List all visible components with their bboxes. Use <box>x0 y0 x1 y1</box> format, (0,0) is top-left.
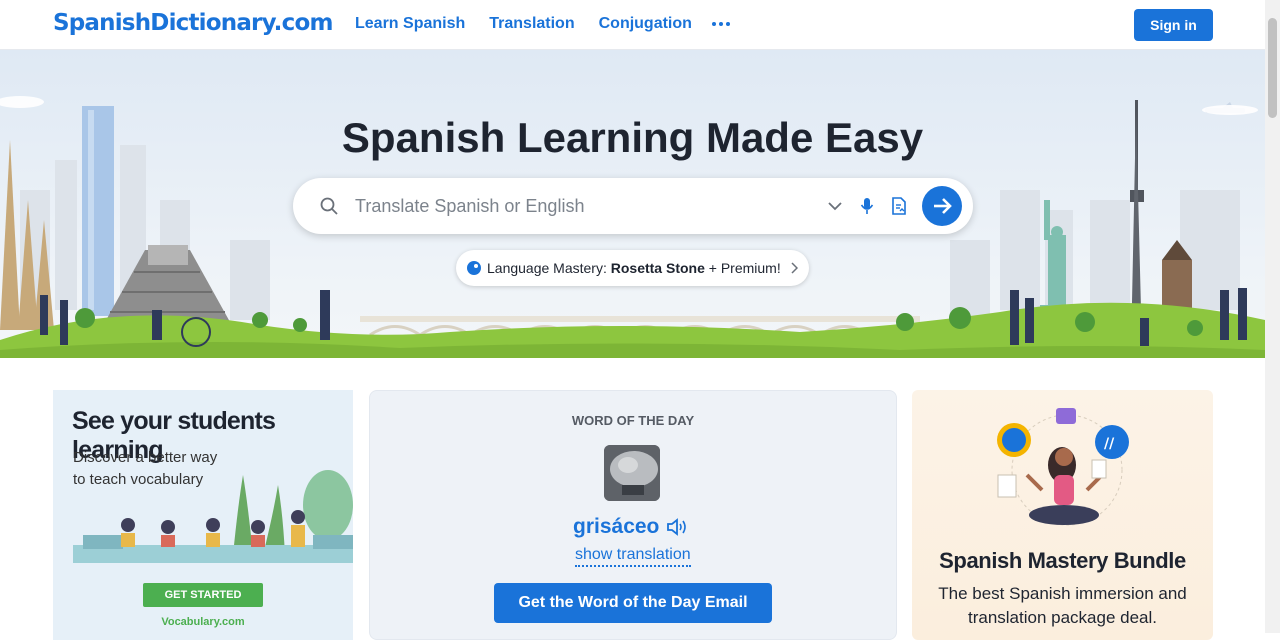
sign-in-button[interactable]: Sign in <box>1134 9 1213 41</box>
meditation-illustration: // <box>997 408 1129 526</box>
arrow-right-icon <box>934 198 952 214</box>
svg-text://: // <box>1104 436 1115 452</box>
document-translate-icon[interactable] <box>891 197 907 215</box>
chevron-down-icon[interactable] <box>827 200 843 212</box>
search-input[interactable] <box>355 190 795 222</box>
vocabulary-ad[interactable]: See your students learning Discover a be… <box>53 390 353 640</box>
get-started-button[interactable]: GET STARTED <box>143 583 263 607</box>
page-scrollbar[interactable] <box>1265 0 1280 633</box>
wotd-word[interactable]: grisáceo <box>573 515 659 539</box>
wotd-image <box>604 445 660 501</box>
search-icon <box>320 197 338 215</box>
word-of-the-day-card: WORD OF THE DAY grisáceo show translatio… <box>369 390 897 640</box>
microphone-icon[interactable] <box>860 197 874 216</box>
nav-learn-spanish[interactable]: Learn Spanish <box>355 15 465 33</box>
chevron-right-icon <box>791 262 798 274</box>
bundle-title: Spanish Mastery Bundle <box>939 548 1186 573</box>
wotd-label: WORD OF THE DAY <box>571 413 695 428</box>
show-translation-link[interactable]: show translation <box>575 546 691 567</box>
promo-text: Language Mastery: Rosetta Stone + Premiu… <box>487 260 781 276</box>
speaking-head-icon <box>467 261 481 275</box>
hero-title: Spanish Learning Made Easy <box>341 114 924 161</box>
nav-conjugation[interactable]: Conjugation <box>599 15 692 33</box>
wotd-email-button[interactable]: Get the Word of the Day Email <box>494 583 772 623</box>
search-submit-button[interactable] <box>922 186 962 226</box>
ellipsis-icon[interactable] <box>712 22 730 26</box>
main-nav: Learn Spanish Translation Conjugation <box>355 15 692 33</box>
mastery-bundle-ad[interactable]: // Spanish Mastery Bundle The best Spani… <box>912 390 1213 640</box>
site-logo[interactable]: SpanishDictionary.com <box>53 10 333 36</box>
promo-pill[interactable]: Language Mastery: Rosetta Stone + Premiu… <box>456 250 809 286</box>
ad-domain: Vocabulary.com <box>161 616 245 628</box>
site-header: SpanishDictionary.com Learn Spanish Tran… <box>0 0 1265 50</box>
hero-banner: Spanish Learning Made Easy Translate Spa… <box>0 50 1265 358</box>
students-illustration <box>73 470 353 563</box>
nav-translation[interactable]: Translation <box>489 15 574 33</box>
speaker-icon[interactable] <box>666 517 688 537</box>
search-bar <box>293 178 973 234</box>
bundle-subtitle: The best Spanish immersion and translati… <box>938 584 1187 627</box>
scrollbar-thumb[interactable] <box>1268 18 1277 118</box>
